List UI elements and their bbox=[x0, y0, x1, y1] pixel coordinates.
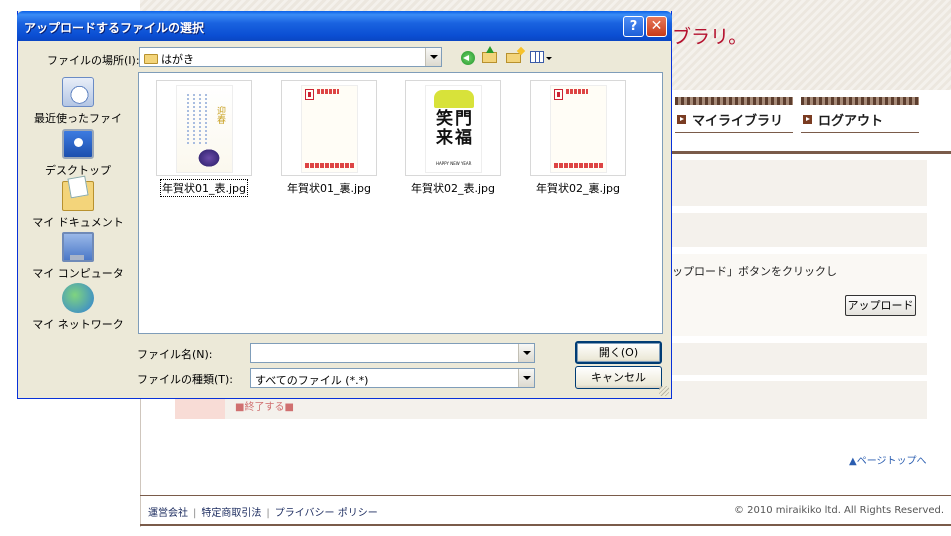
dialog-titlebar[interactable]: アップロードするファイルの選択 ? ✕ bbox=[17, 11, 672, 41]
footer-link-company[interactable]: 運営会社 bbox=[148, 508, 188, 519]
footer-bottom-divider bbox=[140, 524, 951, 526]
end-link[interactable]: ■終了する■ bbox=[235, 398, 294, 413]
file-thumbnail[interactable] bbox=[530, 80, 626, 176]
lookin-select[interactable]: はがき bbox=[139, 47, 442, 67]
my-documents-icon bbox=[62, 181, 94, 211]
file-thumbnail[interactable]: 迎春 bbox=[156, 80, 252, 176]
chevron-down-icon[interactable] bbox=[425, 48, 441, 66]
back-arrow-icon bbox=[461, 51, 475, 65]
places-bar: 最近使ったファイル デスクトップ マイ ドキュメント マイ コンピュータ マイ … bbox=[30, 73, 126, 333]
footer-divider bbox=[140, 495, 951, 496]
file-name[interactable]: 年賀状02_表.jpg bbox=[398, 180, 508, 196]
file-name[interactable]: 年賀状02_裏.jpg bbox=[523, 180, 633, 196]
new-folder-button[interactable] bbox=[504, 47, 524, 67]
lookin-value: はがき bbox=[161, 53, 194, 66]
view-menu-button[interactable] bbox=[528, 47, 552, 67]
file-name[interactable]: 年賀状01_表.jpg bbox=[159, 179, 249, 197]
file-open-dialog: アップロードするファイルの選択 ? ✕ ファイルの場所(I): はがき 最近使っ… bbox=[17, 11, 672, 399]
arrow-right-icon bbox=[677, 115, 686, 124]
dialog-title: アップロードするファイルの選択 bbox=[24, 21, 205, 35]
place-my-computer[interactable]: マイ コンピュータ bbox=[30, 232, 126, 281]
view-menu-icon bbox=[530, 51, 544, 63]
nav-my-library[interactable]: マイライブラリ bbox=[675, 97, 793, 133]
footer-links: 運営会社 | 特定商取引法 | プライバシー ポリシー bbox=[148, 508, 378, 519]
chevron-down-icon[interactable] bbox=[518, 369, 534, 387]
file-list[interactable]: 迎春 年賀状01_表.jpg 年賀状01_裏.jpg 笑門来福 HAPPY NE… bbox=[138, 72, 663, 334]
nav-my-library-label: マイライブラリ bbox=[692, 114, 784, 129]
place-desktop[interactable]: デスクトップ bbox=[30, 129, 126, 178]
place-label: マイ ネットワーク bbox=[32, 318, 124, 331]
arrow-right-icon bbox=[803, 115, 812, 124]
file-thumbnail[interactable]: 笑門来福 HAPPY NEW YEAR bbox=[405, 80, 501, 176]
card-kanji: 笑門来福 bbox=[436, 109, 474, 148]
chevron-down-icon[interactable] bbox=[518, 344, 534, 362]
filetype-select[interactable]: すべてのファイル (*.*) bbox=[250, 368, 535, 388]
card-image bbox=[550, 85, 607, 173]
folder-icon bbox=[144, 54, 158, 64]
filename-input[interactable] bbox=[250, 343, 535, 363]
filename-label: ファイル名(N): bbox=[137, 348, 213, 361]
card-image bbox=[301, 85, 358, 173]
card-image: 笑門来福 HAPPY NEW YEAR bbox=[425, 85, 482, 173]
filetype-value: すべてのファイル (*.*) bbox=[255, 374, 369, 387]
filetype-label: ファイルの種類(T): bbox=[137, 373, 234, 386]
up-folder-button[interactable] bbox=[480, 46, 500, 67]
instruction-text: ップロード」ボタンをクリックし bbox=[672, 265, 837, 278]
nav-logout-label: ログアウト bbox=[818, 114, 884, 129]
nav-stripe bbox=[675, 97, 793, 105]
place-label: マイ ドキュメント bbox=[32, 216, 124, 229]
chevron-down-icon bbox=[546, 57, 552, 60]
nav-stripe bbox=[801, 97, 919, 105]
resize-grip-icon[interactable] bbox=[659, 386, 669, 396]
site-title: ブラリ。 bbox=[672, 26, 748, 48]
footer-link-privacy[interactable]: プライバシー ポリシー bbox=[275, 508, 378, 519]
flower-illustration bbox=[197, 148, 221, 168]
my-network-icon bbox=[62, 283, 94, 313]
nav-logout[interactable]: ログアウト bbox=[801, 97, 919, 133]
lookin-label: ファイルの場所(I): bbox=[47, 54, 140, 67]
stamp-icon bbox=[554, 89, 563, 100]
new-folder-icon bbox=[506, 53, 521, 63]
my-computer-icon bbox=[62, 232, 94, 262]
footer-link-commerce-law[interactable]: 特定商取引法 bbox=[201, 508, 261, 519]
stamp-icon bbox=[305, 89, 314, 100]
card-text: 迎春 bbox=[215, 106, 225, 124]
file-thumbnail[interactable] bbox=[281, 80, 377, 176]
help-button[interactable]: ? bbox=[623, 16, 644, 37]
desktop-icon bbox=[62, 129, 94, 159]
up-folder-icon bbox=[482, 46, 497, 63]
giraffe-illustration bbox=[434, 90, 474, 108]
place-my-documents[interactable]: マイ ドキュメント bbox=[30, 181, 126, 230]
file-name[interactable]: 年賀状01_裏.jpg bbox=[274, 180, 384, 196]
copyright: © 2010 miraikiko ltd. All Rights Reserve… bbox=[734, 505, 945, 516]
place-my-network[interactable]: マイ ネットワーク bbox=[30, 283, 126, 332]
cancel-button[interactable]: キャンセル bbox=[575, 366, 662, 389]
place-label: マイ コンピュータ bbox=[32, 267, 124, 280]
back-button[interactable] bbox=[458, 47, 478, 67]
page-top-link[interactable]: ▲ページトップへ bbox=[849, 452, 927, 467]
recent-documents-icon bbox=[62, 77, 94, 107]
close-icon: ✕ bbox=[650, 18, 663, 34]
card-image: 迎春 bbox=[176, 85, 233, 173]
web-upload-button[interactable]: アップロード bbox=[845, 295, 916, 316]
open-button[interactable]: 開く(O) bbox=[575, 341, 662, 364]
close-button[interactable]: ✕ bbox=[646, 16, 667, 37]
card-happy-text: HAPPY NEW YEAR bbox=[436, 161, 472, 166]
help-icon: ? bbox=[629, 19, 638, 34]
place-label: デスクトップ bbox=[45, 164, 111, 177]
